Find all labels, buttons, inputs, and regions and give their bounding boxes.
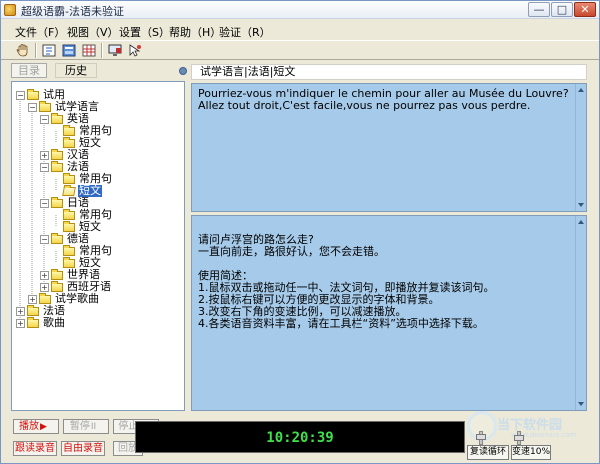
menu-verify[interactable]: 验证（R） bbox=[219, 24, 271, 40]
scroll-up-arrow-icon[interactable] bbox=[578, 88, 584, 92]
folder-icon bbox=[51, 280, 63, 292]
pointer-icon[interactable] bbox=[127, 43, 143, 58]
folder-icon bbox=[51, 232, 63, 244]
menu-file[interactable]: 文件（F） bbox=[15, 24, 65, 40]
collapse-icon[interactable]: − bbox=[16, 90, 25, 100]
toolbar-separator bbox=[35, 43, 37, 58]
pin-icon[interactable] bbox=[179, 67, 187, 75]
folder-icon bbox=[39, 292, 51, 304]
collapse-icon[interactable]: − bbox=[40, 198, 49, 208]
foreign-text-line[interactable]: Allez tout droit,C'est facile,vous ne po… bbox=[198, 100, 572, 112]
tree-node[interactable]: + 歌曲 bbox=[16, 316, 66, 329]
foreign-text-content: Pourriez-vous m'indiquer le chemin pour … bbox=[198, 88, 572, 112]
hand-icon[interactable] bbox=[15, 43, 31, 58]
expand-icon[interactable]: + bbox=[16, 306, 25, 316]
minimize-button[interactable]: — bbox=[528, 2, 550, 17]
play-button[interactable]: 播放▶ bbox=[13, 419, 59, 434]
expand-icon[interactable]: + bbox=[40, 150, 49, 160]
translation-pane[interactable]: 请问卢浮宫的路怎么走? 一直向前走，路很好认，您不会走错。 使用简述： 1.鼠标… bbox=[191, 215, 587, 411]
catalog-tree: − 试用 − 试学语言 − 英语 常用句 短文 + 汉语 − 法语 常用句 短文 − 日语 常用句 短文 − 德语 常用… bbox=[11, 81, 185, 411]
play-label: 播放 bbox=[19, 421, 40, 432]
repeat-mode-button[interactable]: 复读循环 bbox=[467, 445, 509, 460]
dictionary-icon[interactable] bbox=[41, 43, 57, 58]
folder-icon bbox=[63, 208, 75, 220]
scroll-down-arrow-icon[interactable] bbox=[578, 203, 584, 207]
scroll-up-arrow-icon[interactable] bbox=[578, 220, 584, 224]
collapse-icon[interactable]: − bbox=[28, 102, 37, 112]
maximize-button[interactable]: □ bbox=[551, 2, 573, 17]
folder-icon bbox=[51, 148, 63, 160]
folder-icon bbox=[63, 220, 75, 232]
pause-icon: II bbox=[90, 422, 97, 432]
expand-icon[interactable]: + bbox=[16, 318, 25, 328]
free-record-button[interactable]: 自由录音 bbox=[61, 441, 105, 456]
foreign-text-pane[interactable]: Pourriez-vous m'indiquer le chemin pour … bbox=[191, 83, 587, 212]
menu-settings[interactable]: 设置（S） bbox=[119, 24, 170, 40]
time-display: 10:20:39 bbox=[135, 421, 465, 453]
collapse-icon[interactable]: − bbox=[40, 114, 49, 124]
pause-label: 暂停 bbox=[69, 421, 90, 432]
toolbar bbox=[1, 40, 599, 60]
top-pane-scrollbar[interactable] bbox=[575, 84, 586, 211]
toolbar-separator bbox=[101, 43, 103, 58]
expand-icon[interactable]: + bbox=[28, 294, 37, 304]
app-window: 超级语霸-法语未验证 — □ ✕ 文件（F） 视图（V） 设置（S） 帮助（H）… bbox=[0, 0, 600, 464]
menu-bar: 文件（F） 视图（V） 设置（S） 帮助（H） 验证（R） bbox=[1, 21, 599, 39]
open-folder-icon bbox=[62, 186, 76, 196]
folder-icon bbox=[27, 316, 39, 328]
menu-view[interactable]: 视图（V） bbox=[67, 24, 119, 40]
tree-node[interactable]: − 试学语言 bbox=[28, 100, 100, 113]
grid-icon[interactable] bbox=[81, 43, 97, 58]
expand-icon[interactable]: + bbox=[40, 270, 49, 280]
pause-button[interactable]: 暂停II bbox=[63, 419, 109, 434]
tab-history[interactable]: 历史 bbox=[55, 63, 97, 78]
scroll-down-arrow-icon[interactable] bbox=[578, 402, 584, 406]
title-bar[interactable]: 超级语霸-法语未验证 — □ ✕ bbox=[1, 1, 599, 19]
folder-icon bbox=[63, 244, 75, 256]
folder-icon bbox=[63, 256, 75, 268]
menu-help[interactable]: 帮助（H） bbox=[169, 24, 221, 40]
folder-icon bbox=[63, 124, 75, 136]
translation-line[interactable]: 一直向前走，路很好认，您不会走错。 bbox=[198, 246, 572, 258]
clock: 10:20:39 bbox=[266, 430, 334, 446]
folder-icon bbox=[27, 304, 39, 316]
speed-slider-thumb[interactable] bbox=[514, 435, 524, 441]
help-line: 4.各类语音资料丰富，请在工具栏“资料”选项中选择下载。 bbox=[198, 317, 484, 330]
close-button[interactable]: ✕ bbox=[574, 2, 596, 17]
folder-icon bbox=[51, 196, 63, 208]
tab-catalog[interactable]: 目录 bbox=[11, 63, 47, 78]
folder-icon bbox=[51, 112, 63, 124]
speed-button[interactable]: 变速10% bbox=[511, 445, 551, 460]
folder-icon bbox=[27, 88, 39, 100]
window-title: 超级语霸-法语未验证 bbox=[21, 5, 124, 18]
play-icon: ▶ bbox=[40, 422, 47, 432]
translation-content: 请问卢浮宫的路怎么走? 一直向前走，路很好认，您不会走错。 使用简述： 1.鼠标… bbox=[198, 234, 572, 330]
folder-icon bbox=[63, 172, 75, 184]
folder-icon bbox=[51, 268, 63, 280]
left-panel-tabs: 目录 历史 bbox=[11, 63, 185, 79]
folder-icon bbox=[63, 136, 75, 148]
follow-record-button[interactable]: 跟读录音 bbox=[13, 441, 57, 456]
app-icon bbox=[4, 4, 16, 16]
breadcrumb: 试学语言|法语|短文 bbox=[191, 64, 587, 80]
expand-icon[interactable]: + bbox=[40, 282, 49, 292]
book-icon[interactable] bbox=[61, 43, 77, 58]
folder-icon bbox=[39, 100, 51, 112]
tree-node-label: 歌曲 bbox=[43, 316, 65, 329]
repeat-slider-thumb[interactable] bbox=[476, 434, 486, 440]
monitor-icon[interactable] bbox=[107, 43, 123, 58]
bottom-pane-scrollbar[interactable] bbox=[575, 216, 586, 410]
folder-icon bbox=[51, 160, 63, 172]
collapse-icon[interactable]: − bbox=[40, 234, 49, 244]
collapse-icon[interactable]: − bbox=[40, 162, 49, 172]
